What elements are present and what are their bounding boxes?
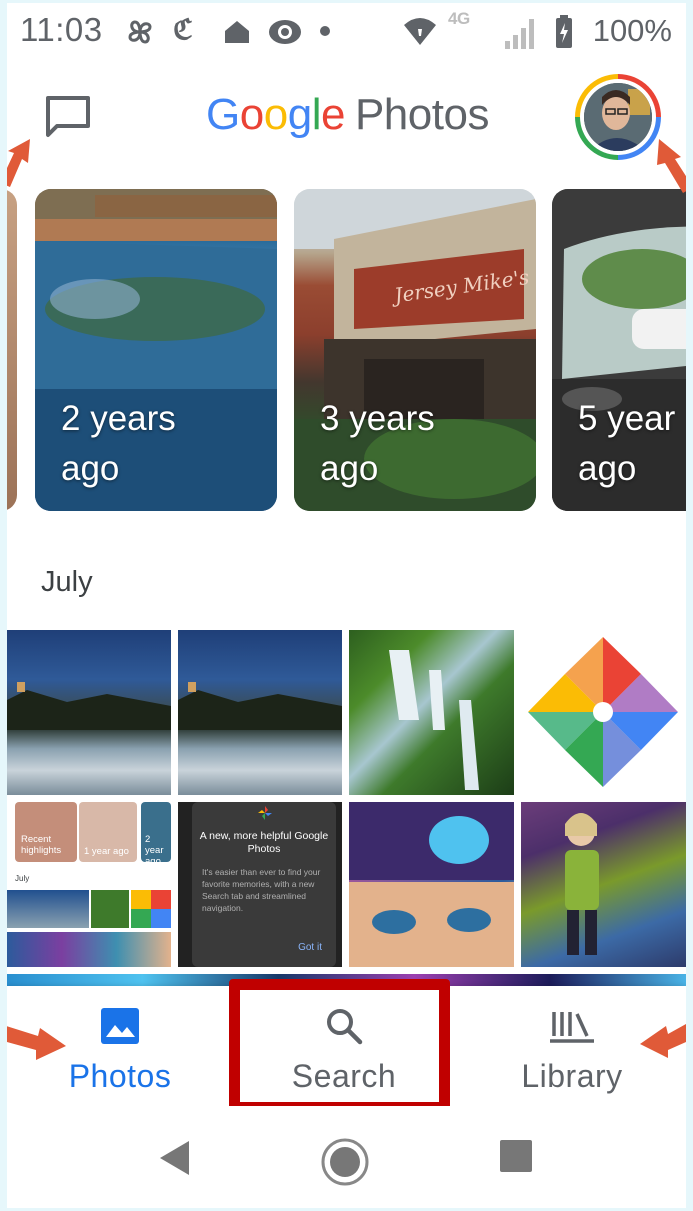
- avatar-ring-inner: [580, 79, 656, 155]
- memory-caption-line: ago: [61, 449, 120, 488]
- message-icon[interactable]: [45, 95, 91, 139]
- memory-card[interactable]: Jersey Mike's Subs 3 years ago: [294, 189, 536, 511]
- signal-icon: [505, 19, 534, 49]
- memory-caption: 3 years ago: [320, 394, 435, 494]
- battery-percent: 100%: [592, 13, 672, 48]
- logo-letter: o: [263, 90, 288, 139]
- screenshot-thumbnail[interactable]: Recent highlights 1 year ago 2 year ago …: [7, 802, 171, 967]
- battery-charging-icon: [556, 15, 572, 48]
- section-title: July: [41, 566, 93, 598]
- nav-tab-label: Search: [291, 1058, 397, 1094]
- nav-tab-photos[interactable]: Photos: [47, 986, 193, 1106]
- update-dialog-card: A new, more helpful Google Photos It's e…: [192, 802, 336, 967]
- logo-letter: o: [239, 90, 264, 139]
- nav-tab-search[interactable]: Search: [249, 986, 439, 1106]
- more-dot-icon: [320, 26, 330, 36]
- annotation-arrow: [657, 139, 686, 193]
- mini-thumb: [7, 890, 89, 928]
- google-photos-pinwheel-image[interactable]: [521, 630, 686, 795]
- google-photos-mini-icon: [258, 806, 272, 820]
- wifi-icon: [404, 18, 436, 45]
- status-bar: 11:03 ℭ 4G 100%: [7, 3, 686, 61]
- nav-tab-label: Library: [521, 1058, 623, 1094]
- status-time: 11:03: [20, 11, 103, 48]
- photo-thumbnail[interactable]: [178, 630, 342, 795]
- annotation-arrow: [640, 1024, 686, 1058]
- photo-thumbnail[interactable]: [521, 802, 686, 967]
- avatar-photo: [584, 83, 652, 151]
- photo-thumbnail[interactable]: [349, 802, 514, 967]
- nav-tab-label: Photos: [68, 1058, 172, 1094]
- bottom-navigation: Photos Search Library: [7, 986, 686, 1106]
- logo-letter: g: [287, 90, 312, 139]
- eye-notification-icon: [269, 20, 301, 44]
- search-icon: [327, 1009, 363, 1045]
- mini-year-label: 1 year ago: [84, 846, 129, 857]
- update-dialog-body: It's easier than ever to find your favor…: [202, 867, 321, 913]
- memories-carousel: 2 years ago Jersey Mike's Subs 3 years a…: [7, 189, 686, 515]
- phone-screen: 11:03 ℭ 4G 100% Google Photos 2 years ag…: [7, 3, 686, 1208]
- logo-letter: l: [311, 90, 322, 139]
- network-type: 4G: [448, 9, 470, 28]
- annotation-arrow: [7, 139, 30, 187]
- mini-month-label: July: [15, 874, 30, 883]
- memory-card-partial[interactable]: [7, 189, 17, 511]
- photo-icon: [101, 1008, 139, 1044]
- account-avatar[interactable]: [575, 74, 661, 160]
- memory-card[interactable]: 5 year ago: [552, 189, 686, 511]
- pinwheel-notification-icon: [128, 20, 152, 44]
- memory-caption-line: 3 years: [320, 399, 435, 438]
- memory-caption-line: ago: [320, 449, 379, 488]
- mini-thumb: [131, 890, 171, 928]
- home-icon[interactable]: [320, 1137, 370, 1187]
- update-dialog-title: A new, more helpful Google Photos: [199, 830, 329, 855]
- logo-letter: e: [320, 90, 345, 139]
- memory-caption-line: 5 year: [578, 399, 676, 438]
- memory-caption: 2 years ago: [61, 394, 176, 494]
- mini-thumb: [91, 890, 129, 928]
- annotation-arrow: [7, 1026, 66, 1060]
- memory-card[interactable]: 2 years ago: [35, 189, 277, 511]
- memory-caption-line: 2 years: [61, 399, 176, 438]
- photo-thumbnail[interactable]: [7, 630, 171, 795]
- memory-caption: 5 year ago: [578, 394, 675, 494]
- home-notification-icon: [225, 21, 249, 43]
- update-dialog-got-it: Got it: [298, 942, 322, 953]
- mini-thumb: [7, 932, 171, 967]
- mini-2year-label: 2 year ago: [145, 834, 164, 867]
- google-photos-logo: Google Photos: [206, 90, 489, 140]
- logo-photos-word: Photos: [354, 90, 489, 139]
- news-notification-icon: ℭ: [173, 13, 193, 46]
- screenshot-thumbnail[interactable]: A new, more helpful Google Photos It's e…: [178, 802, 342, 967]
- back-icon[interactable]: [157, 1139, 193, 1177]
- nav-tab-library[interactable]: Library: [497, 986, 647, 1106]
- photo-thumbnail[interactable]: [349, 630, 514, 795]
- system-navigation-bar: [7, 1106, 686, 1208]
- app-header: Google Photos: [7, 61, 686, 181]
- logo-letter: G: [206, 90, 240, 139]
- recents-icon[interactable]: [499, 1139, 533, 1173]
- mini-recent-label: Recent highlights: [21, 834, 62, 856]
- library-icon: [550, 1012, 594, 1043]
- logo-google-word: Google: [206, 90, 345, 139]
- memory-caption-line: ago: [578, 449, 637, 488]
